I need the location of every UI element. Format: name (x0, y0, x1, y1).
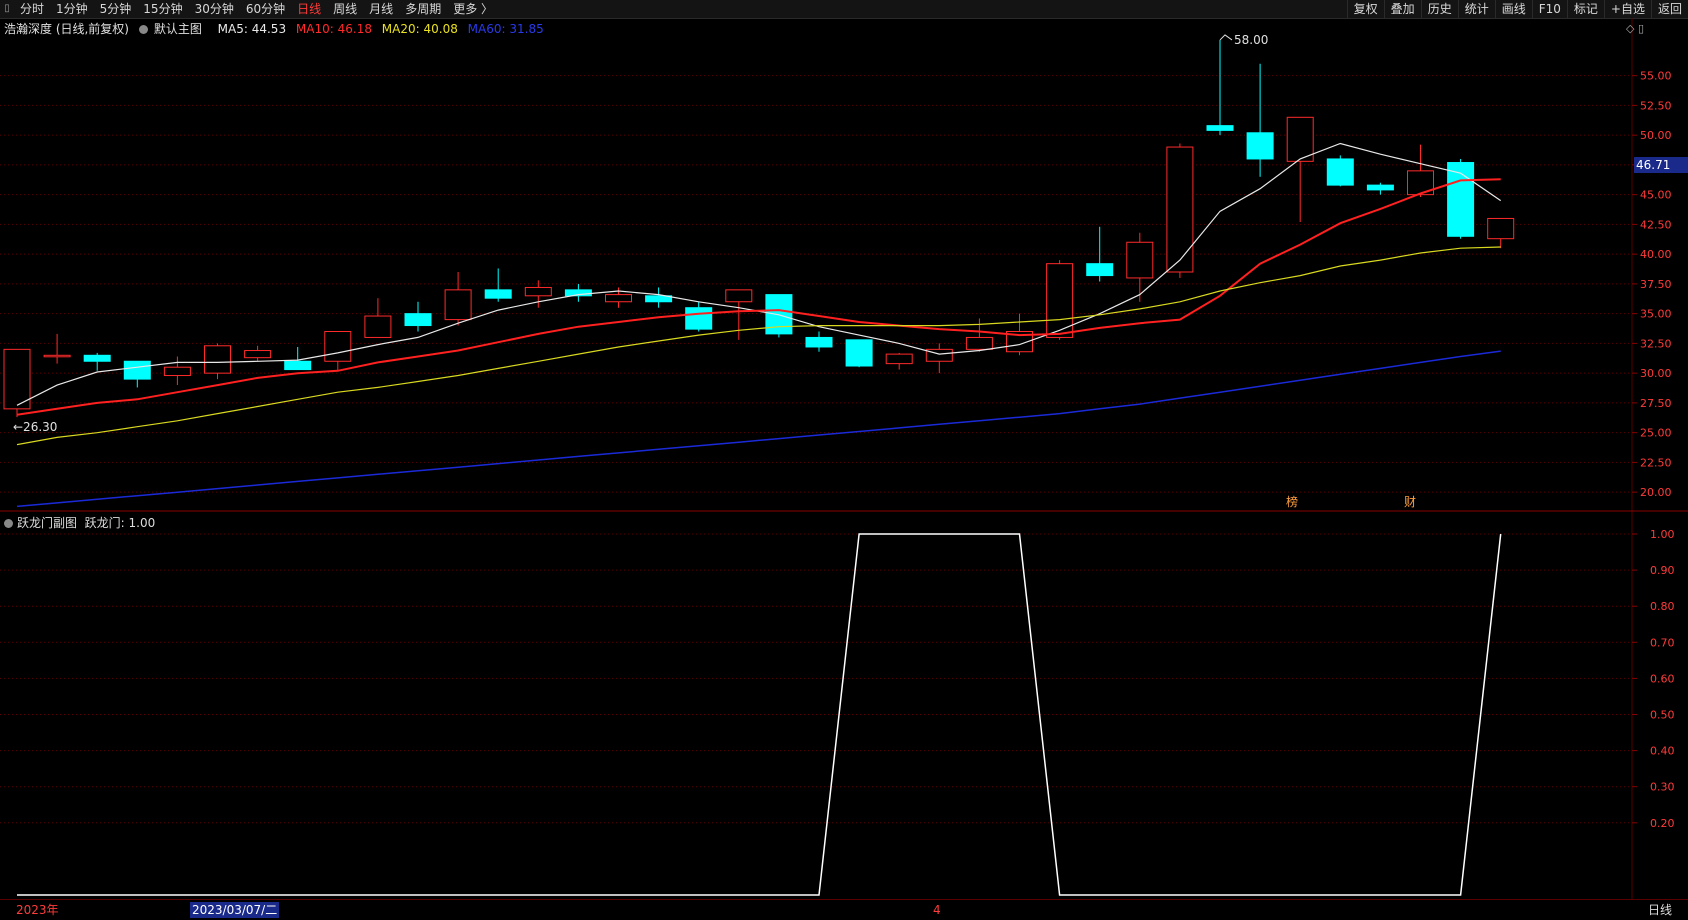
chart-corner-icons: ◇ ▯ (1626, 22, 1644, 35)
ma60-value: MA60: 31.85 (467, 22, 544, 36)
candle-body[interactable] (885, 353, 913, 365)
candle-body[interactable] (1286, 116, 1314, 162)
year-label: 2023年 (16, 903, 59, 917)
current-price-tag: 46.71 (1634, 157, 1688, 173)
candle-body[interactable] (484, 289, 512, 299)
date-axis-bar: 2023年 2023/03/07/二 4 日线 (0, 899, 1688, 920)
candle-body[interactable] (725, 289, 753, 303)
period-indicator[interactable]: 日线 (1648, 900, 1672, 920)
candle-body[interactable] (43, 354, 71, 358)
y-tick-label: 37.50 (1640, 278, 1672, 291)
sub-y-tick-label: 0.20 (1650, 817, 1675, 830)
high-price-label: 58.00 (1234, 33, 1268, 47)
candle-body[interactable] (364, 315, 392, 338)
ma20-value: MA20: 40.08 (381, 22, 458, 36)
sub-chart-value: 跃龙门: 1.00 (84, 516, 156, 530)
ma-line-ma20 (16, 246, 1501, 446)
month-label: 4 (933, 903, 941, 917)
high-marker-arrow (1219, 34, 1233, 41)
template-dot-icon (138, 25, 148, 34)
y-tick-label: 50.00 (1640, 129, 1672, 142)
sub-chart-title[interactable]: 跃龙门副图 (17, 516, 77, 530)
sub-template-dot-icon[interactable] (4, 519, 13, 528)
candle-body[interactable] (163, 366, 191, 377)
window-icon[interactable]: ▯ (1638, 22, 1644, 35)
sub-y-tick-label: 0.70 (1650, 636, 1675, 649)
candle-body[interactable] (1366, 184, 1394, 191)
low-price-label: ←26.30 (13, 420, 57, 434)
y-tick-label: 30.00 (1640, 367, 1672, 380)
candle-body[interactable] (3, 348, 31, 410)
sub-y-tick-label: 0.80 (1650, 600, 1675, 613)
template-selector[interactable]: 默认主图 (138, 22, 208, 36)
candle-body[interactable] (1086, 263, 1114, 277)
y-tick-label: 27.50 (1640, 397, 1672, 410)
candle-body[interactable] (965, 336, 993, 350)
candle-body[interactable] (605, 294, 632, 303)
sub-y-tick-label: 0.90 (1650, 564, 1675, 577)
candle-body[interactable] (1206, 125, 1234, 131)
ma-line-ma10 (16, 178, 1501, 416)
candle-body[interactable] (1166, 146, 1194, 273)
candle-body[interactable] (685, 307, 713, 330)
candle-body[interactable] (324, 331, 352, 362)
sub-chart-legend: 跃龙门副图 跃龙门: 1.00 (4, 514, 155, 531)
ma-line-ma60 (16, 350, 1501, 508)
y-tick-label: 45.00 (1640, 189, 1672, 202)
template-label: 默认主图 (153, 22, 202, 36)
candle-body[interactable] (204, 345, 231, 374)
candle-body[interactable] (83, 354, 111, 362)
sub-y-tick-label: 1.00 (1650, 528, 1675, 541)
candle-body[interactable] (1126, 241, 1154, 279)
main-chart-legend: 浩瀚深度 (日线,前复权) 默认主图 MA5: 44.53 MA10: 46.1… (4, 20, 550, 37)
y-tick-label: 42.50 (1640, 218, 1672, 231)
sub-y-tick-label: 0.40 (1650, 745, 1675, 758)
ma5-value: MA5: 44.53 (217, 22, 287, 36)
y-tick-label: 32.50 (1640, 337, 1672, 350)
cursor-date-label: 2023/03/07/二 (190, 902, 280, 918)
bang-marker[interactable]: 榜 (1286, 494, 1298, 509)
sub-y-tick-label: 0.60 (1650, 672, 1675, 685)
sub-y-tick-label: 0.30 (1650, 781, 1675, 794)
candle-body[interactable] (284, 360, 312, 371)
sub-y-tick-label: 0.50 (1650, 709, 1675, 722)
diamond-icon[interactable]: ◇ (1626, 22, 1634, 35)
candle-body[interactable] (845, 339, 873, 367)
stock-title[interactable]: 浩瀚深度 (日线,前复权) (4, 22, 129, 36)
chart-canvas[interactable]: 55.0052.5050.0047.5045.0042.5040.0037.50… (0, 0, 1688, 899)
candle-body[interactable] (444, 289, 472, 321)
candle-body[interactable] (244, 350, 272, 359)
y-tick-label: 35.00 (1640, 308, 1672, 321)
candle-body[interactable] (1246, 132, 1274, 160)
candle-body[interactable] (1487, 217, 1515, 240)
y-tick-label: 25.00 (1640, 427, 1672, 440)
candle-body[interactable] (404, 313, 432, 327)
yuelongmen-line (17, 533, 1502, 896)
y-tick-label: 52.50 (1640, 99, 1672, 112)
ma-line-ma5 (16, 142, 1502, 406)
ma10-value: MA10: 46.18 (295, 22, 372, 36)
candle-body[interactable] (123, 360, 151, 380)
candle-body[interactable] (805, 336, 833, 348)
y-tick-label: 40.00 (1640, 248, 1672, 261)
y-tick-label: 20.00 (1640, 486, 1672, 499)
candle-body[interactable] (1326, 158, 1354, 186)
candle-body[interactable] (524, 286, 552, 297)
cai-marker[interactable]: 财 (1404, 495, 1416, 509)
y-tick-label: 22.50 (1640, 456, 1672, 469)
y-tick-label: 55.00 (1640, 70, 1672, 83)
